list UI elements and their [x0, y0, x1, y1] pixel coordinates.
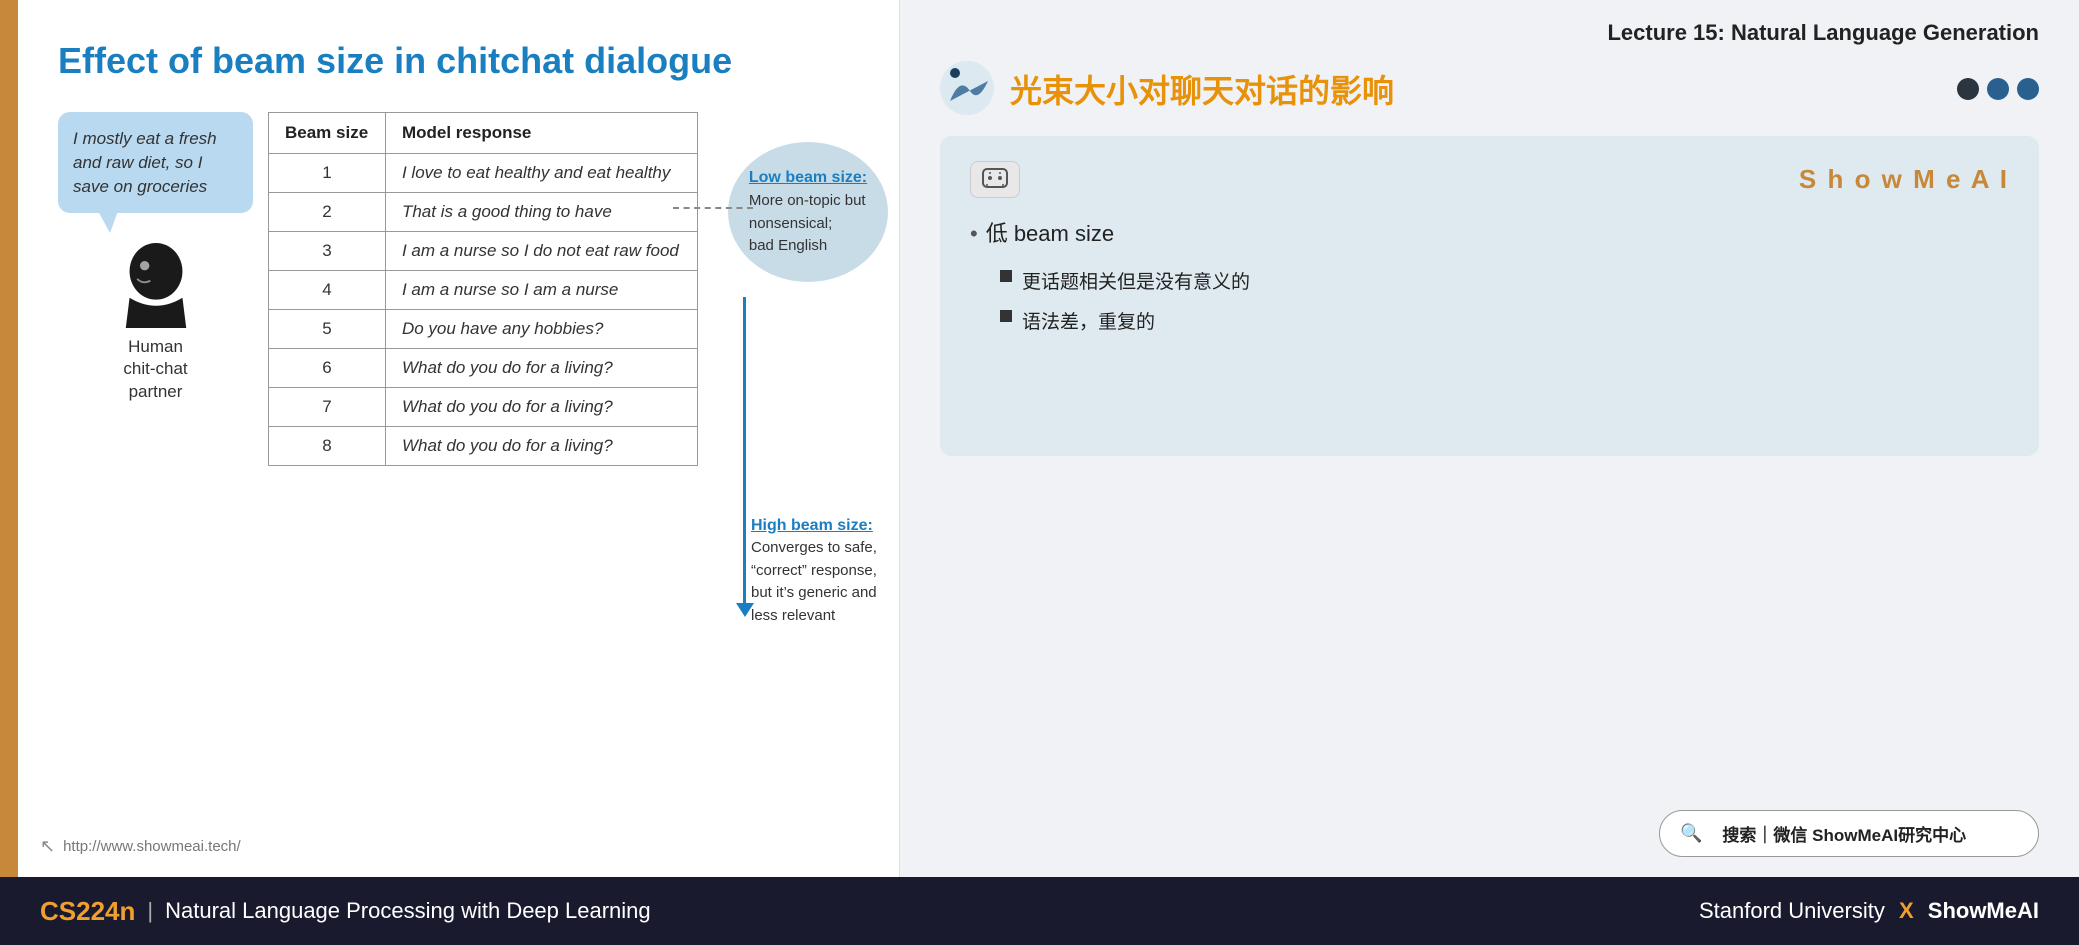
model-response-cell: What do you do for a living?: [385, 427, 697, 466]
slide-body: I mostly eat a fresh and raw diet, so I …: [58, 112, 859, 847]
beam-size-cell: 6: [269, 349, 386, 388]
dot-2: [1987, 78, 2009, 100]
slide-title: Effect of beam size in chitchat dialogue: [58, 40, 859, 82]
wave-icon: [940, 61, 995, 116]
low-beam-text: Low beam size: More on-topic but nonsens…: [749, 166, 867, 258]
lecture-title: Lecture 15: Natural Language Generation: [940, 0, 2039, 61]
sub-bullet-1: 更话题相关但是没有意义的: [1000, 265, 2009, 301]
model-response-cell: Do you have any hobbies?: [385, 310, 697, 349]
bottom-separator: |: [147, 898, 153, 924]
dot-1: [1957, 78, 1979, 100]
col-header-response: Model response: [385, 113, 697, 154]
chinese-title: 光束大小对聊天对话的影响: [1010, 66, 1394, 112]
table-row: 4I am a nurse so I am a nurse: [269, 271, 698, 310]
chinese-title-row: 光束大小对聊天对话的影响: [940, 61, 1394, 116]
showmeai-brand: S h o w M e A I: [1799, 164, 2009, 195]
table-area: Beam size Model response 1I love to eat …: [268, 112, 698, 466]
head-silhouette-icon: [116, 243, 196, 328]
x-separator: X: [1899, 898, 1914, 923]
content-area: Effect of beam size in chitchat dialogue…: [0, 0, 2079, 877]
bottom-left: CS224n | Natural Language Processing wit…: [40, 896, 651, 927]
footer-url[interactable]: http://www.showmeai.tech/: [63, 838, 241, 855]
sub-bullet-2: 语法差，重复的: [1000, 305, 2009, 341]
low-beam-title: Low beam size:: [749, 166, 867, 190]
annotation-area: Low beam size: More on-topic but nonsens…: [718, 142, 938, 282]
speech-bubble-text: I mostly eat a fresh and raw diet, so I …: [73, 129, 217, 196]
high-beam-text: Converges to safe, “correct” response, b…: [751, 537, 951, 627]
showmeai-bottom: ShowMeAI: [1928, 898, 2039, 923]
right-panel: Lecture 15: Natural Language Generation …: [900, 0, 2079, 877]
card-content: • 低 beam size 更话题相关但是没有意义的 语法差，重复的: [970, 213, 2009, 341]
bottom-bar: CS224n | Natural Language Processing wit…: [0, 877, 2079, 945]
table-row: 8What do you do for a living?: [269, 427, 698, 466]
search-bar-container: 🔍 搜索｜微信 ShowMeAI研究中心: [940, 810, 2039, 877]
model-response-cell: I am a nurse so I am a nurse: [385, 271, 697, 310]
table-row: 1I love to eat healthy and eat healthy: [269, 154, 698, 193]
beam-size-cell: 1: [269, 154, 386, 193]
course-name: Natural Language Processing with Deep Le…: [165, 898, 651, 924]
vertical-beam-arrow: [743, 297, 746, 607]
slide-footer: ↖ http://www.showmeai.tech/: [40, 836, 241, 857]
model-response-cell: That is a good thing to have: [385, 193, 697, 232]
left-border-bar: [0, 0, 18, 877]
left-panel: Effect of beam size in chitchat dialogue…: [0, 0, 900, 877]
main-bullet: •: [970, 213, 978, 255]
speech-bubble-area: I mostly eat a fresh and raw diet, so I …: [58, 112, 253, 403]
cs224n-label: CS224n: [40, 896, 135, 927]
search-text: 搜索｜微信 ShowMeAI研究中心: [1722, 821, 1966, 846]
beam-size-cell: 7: [269, 388, 386, 427]
table-row: 7What do you do for a living?: [269, 388, 698, 427]
high-beam-annotation: High beam size: Converges to safe, “corr…: [751, 517, 951, 627]
ai-badge: [970, 161, 1020, 198]
stanford-text: Stanford University: [1699, 898, 1885, 923]
search-bar[interactable]: 🔍 搜索｜微信 ShowMeAI研究中心: [1659, 810, 2039, 857]
model-response-cell: What do you do for a living?: [385, 349, 697, 388]
dots-group: [1957, 78, 2039, 100]
low-beam-circle: Low beam size: More on-topic but nonsens…: [728, 142, 888, 282]
high-beam-title: High beam size:: [751, 517, 951, 535]
table-row: 3I am a nurse so I do not eat raw food: [269, 232, 698, 271]
beam-table: Beam size Model response 1I love to eat …: [268, 112, 698, 466]
dashed-connector: [673, 207, 753, 209]
search-icon: 🔍: [1680, 823, 1702, 844]
table-row: 5Do you have any hobbies?: [269, 310, 698, 349]
beam-size-cell: 5: [269, 310, 386, 349]
model-response-cell: What do you do for a living?: [385, 388, 697, 427]
card-main-point: • 低 beam size: [970, 213, 2009, 255]
model-response-cell: I love to eat healthy and eat healthy: [385, 154, 697, 193]
showmeai-logo-row: S h o w M e A I: [970, 161, 2009, 198]
dot-3: [2017, 78, 2039, 100]
col-header-beam: Beam size: [269, 113, 386, 154]
beam-size-cell: 3: [269, 232, 386, 271]
table-row: 6What do you do for a living?: [269, 349, 698, 388]
slide-content: Effect of beam size in chitchat dialogue…: [58, 30, 859, 847]
square-bullet-2: [1000, 310, 1012, 322]
bottom-right: Stanford University X ShowMeAI: [1699, 898, 2039, 924]
square-bullet-1: [1000, 270, 1012, 282]
human-figure: Human chit-chat partner: [58, 243, 253, 402]
table-row: 2That is a good thing to have: [269, 193, 698, 232]
model-response-cell: I am a nurse so I do not eat raw food: [385, 232, 697, 271]
human-label: Human chit-chat partner: [123, 336, 187, 402]
showmeai-card: S h o w M e A I • 低 beam size 更话题相关但是没有意…: [940, 136, 2039, 456]
beam-size-cell: 4: [269, 271, 386, 310]
right-header: 光束大小对聊天对话的影响: [940, 61, 2039, 116]
speech-bubble: I mostly eat a fresh and raw diet, so I …: [58, 112, 253, 213]
cursor-icon: ↖: [40, 836, 55, 857]
beam-size-cell: 8: [269, 427, 386, 466]
main-container: Effect of beam size in chitchat dialogue…: [0, 0, 2079, 945]
beam-size-cell: 2: [269, 193, 386, 232]
